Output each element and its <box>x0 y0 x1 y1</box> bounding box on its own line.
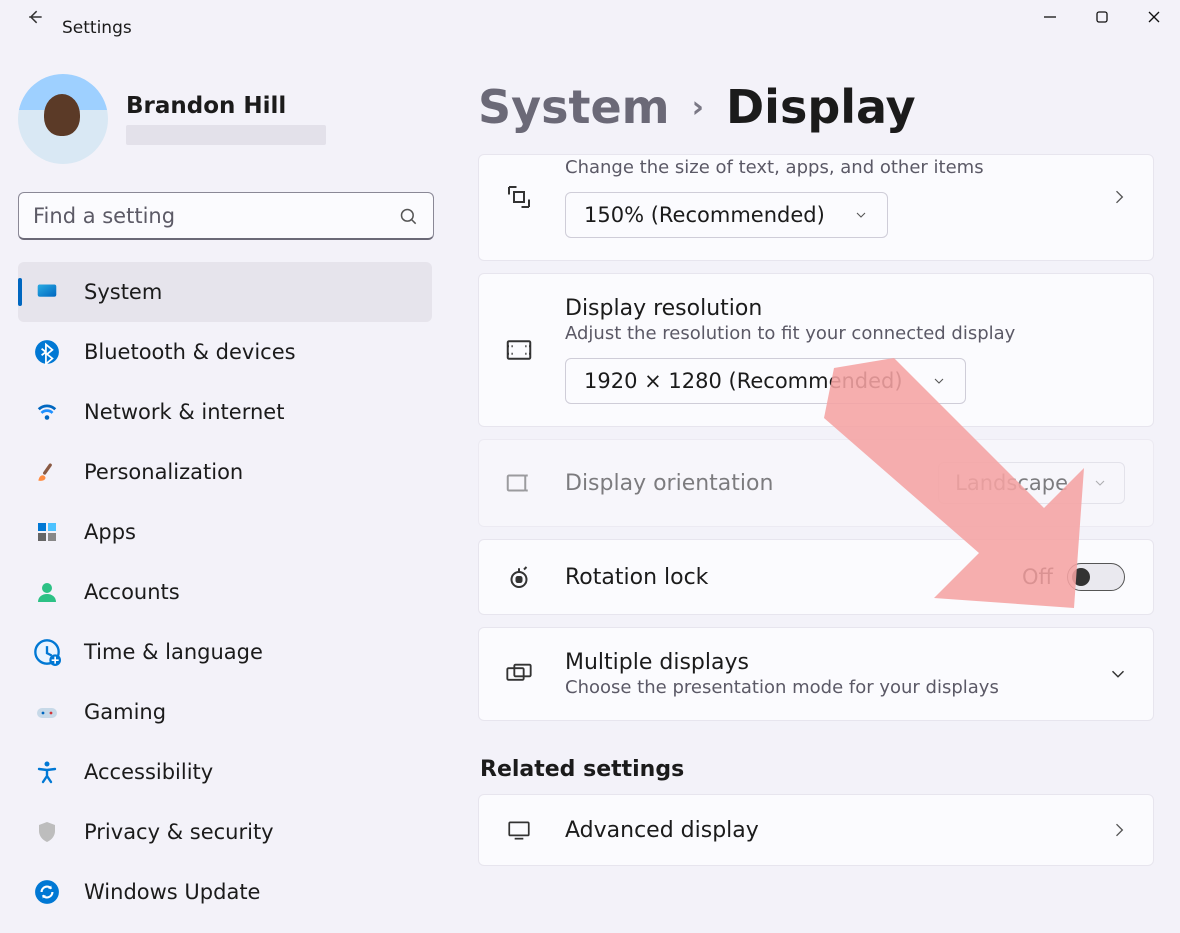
sidebar-item-gaming[interactable]: Gaming <box>18 682 432 742</box>
chevron-down-icon <box>853 207 869 223</box>
chevron-right-icon <box>1109 187 1129 207</box>
rotation-state: Off <box>1022 565 1053 589</box>
nav-label: Time & language <box>84 640 263 664</box>
sidebar-item-network[interactable]: Network & internet <box>18 382 432 442</box>
user-account-row[interactable]: Brandon Hill <box>18 74 432 164</box>
chevron-down-icon <box>1092 475 1108 491</box>
apps-icon <box>32 517 62 547</box>
sync-icon <box>32 877 62 907</box>
shield-icon <box>32 817 62 847</box>
sidebar-item-accessibility[interactable]: Accessibility <box>18 742 432 802</box>
multiple-sub: Choose the presentation mode for your di… <box>565 677 1125 698</box>
orientation-value: Landscape <box>955 471 1068 495</box>
maximize-button[interactable] <box>1076 0 1128 34</box>
search-input[interactable]: Find a setting <box>18 192 434 240</box>
nav-label: Gaming <box>84 700 166 724</box>
card-scale[interactable]: Change the size of text, apps, and other… <box>478 154 1154 261</box>
close-button[interactable] <box>1128 0 1180 34</box>
main-content: System › Display Change the size of text… <box>442 34 1180 933</box>
chevron-down-icon <box>931 373 947 389</box>
sidebar-item-apps[interactable]: Apps <box>18 502 432 562</box>
sidebar-item-personalization[interactable]: Personalization <box>18 442 432 502</box>
minimize-button[interactable] <box>1024 0 1076 34</box>
breadcrumb: System › Display <box>478 80 1154 134</box>
card-orientation: Display orientation Landscape <box>478 439 1154 527</box>
avatar <box>18 74 108 164</box>
brush-icon <box>32 457 62 487</box>
section-related: Related settings <box>480 757 1154 782</box>
multiple-title: Multiple displays <box>565 650 1125 675</box>
nav-label: Accounts <box>84 580 180 604</box>
breadcrumb-parent[interactable]: System <box>478 80 670 134</box>
chevron-down-icon <box>1107 663 1129 685</box>
monitor-icon <box>32 277 62 307</box>
rotation-title: Rotation lock <box>565 565 994 590</box>
wifi-icon <box>32 397 62 427</box>
bluetooth-icon <box>32 337 62 367</box>
sidebar-item-windows-update[interactable]: Windows Update <box>18 862 432 922</box>
minimize-icon <box>1043 10 1057 24</box>
card-rotation-lock: Rotation lock Off <box>478 539 1154 615</box>
nav-label: Windows Update <box>84 880 260 904</box>
search-placeholder: Find a setting <box>33 204 175 228</box>
sidebar: Brandon Hill Find a setting System Bluet… <box>0 34 442 933</box>
sidebar-item-accounts[interactable]: Accounts <box>18 562 432 622</box>
card-scale-sub: Change the size of text, apps, and other… <box>565 157 1125 178</box>
scale-value: 150% (Recommended) <box>584 203 825 227</box>
sidebar-item-privacy[interactable]: Privacy & security <box>18 802 432 862</box>
orientation-title: Display orientation <box>565 471 910 496</box>
nav-label: Bluetooth & devices <box>84 340 296 364</box>
chevron-right-icon: › <box>692 90 704 125</box>
maximize-icon <box>1095 10 1109 24</box>
card-advanced-display[interactable]: Advanced display <box>478 794 1154 866</box>
user-name: Brandon Hill <box>126 93 326 119</box>
rotation-lock-icon <box>501 562 537 592</box>
search-icon <box>399 207 419 227</box>
nav-label: System <box>84 280 162 304</box>
person-icon <box>32 577 62 607</box>
accessibility-icon <box>32 757 62 787</box>
sidebar-item-system[interactable]: System <box>18 262 432 322</box>
advanced-display-icon <box>501 817 537 843</box>
card-multiple-displays[interactable]: Multiple displays Choose the presentatio… <box>478 627 1154 721</box>
back-button[interactable] <box>18 0 52 34</box>
chevron-right-icon <box>1109 820 1129 840</box>
resolution-select[interactable]: 1920 × 1280 (Recommended) <box>565 358 966 404</box>
card-resolution: Display resolution Adjust the resolution… <box>478 273 1154 427</box>
sidebar-item-bluetooth[interactable]: Bluetooth & devices <box>18 322 432 382</box>
nav-label: Apps <box>84 520 136 544</box>
close-icon <box>1147 10 1161 24</box>
sidebar-item-time-language[interactable]: Time & language <box>18 622 432 682</box>
user-email-redacted <box>126 125 326 145</box>
resolution-title: Display resolution <box>565 296 1125 321</box>
nav-label: Network & internet <box>84 400 284 424</box>
clock-icon <box>32 637 62 667</box>
resolution-icon <box>501 335 537 365</box>
resolution-sub: Adjust the resolution to fit your connec… <box>565 323 1125 344</box>
breadcrumb-current: Display <box>726 80 916 134</box>
nav-label: Accessibility <box>84 760 213 784</box>
scale-select[interactable]: 150% (Recommended) <box>565 192 888 238</box>
nav-label: Personalization <box>84 460 243 484</box>
orientation-icon <box>501 468 537 498</box>
rotation-toggle[interactable] <box>1067 563 1125 591</box>
advanced-title: Advanced display <box>565 818 1125 843</box>
back-arrow-icon <box>25 7 45 27</box>
resolution-value: 1920 × 1280 (Recommended) <box>584 369 903 393</box>
gamepad-icon <box>32 697 62 727</box>
orientation-select: Landscape <box>938 462 1125 504</box>
nav-label: Privacy & security <box>84 820 274 844</box>
nav: System Bluetooth & devices Network & int… <box>18 262 432 922</box>
multiple-displays-icon <box>501 660 537 688</box>
scale-icon <box>501 182 537 212</box>
